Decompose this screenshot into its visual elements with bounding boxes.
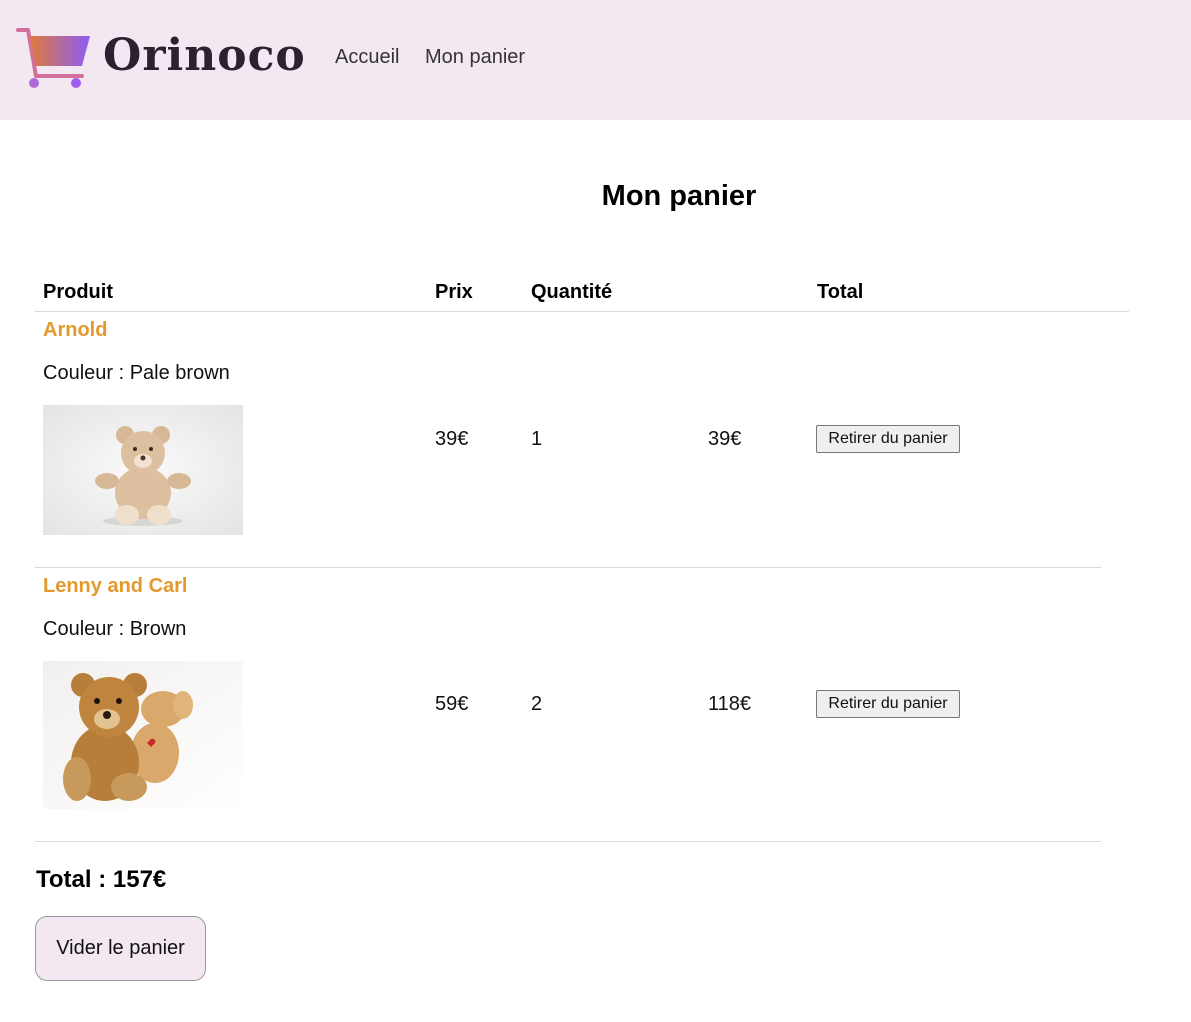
remove-from-cart-button[interactable]: Retirer du panier bbox=[816, 425, 960, 453]
column-header-total: Total bbox=[817, 281, 864, 303]
product-quantity: 2 bbox=[531, 693, 543, 715]
page-title: Mon panier bbox=[601, 180, 757, 212]
brand-name[interactable]: Orinoco bbox=[103, 30, 306, 81]
cart-grand-total: Total : 157€ bbox=[36, 866, 167, 893]
nav-link-home[interactable]: Accueil bbox=[335, 46, 399, 69]
remove-from-cart-button[interactable]: Retirer du panier bbox=[816, 690, 960, 718]
row-divider bbox=[35, 567, 1101, 568]
product-name[interactable]: Arnold bbox=[43, 319, 107, 342]
product-total: 39€ bbox=[708, 428, 742, 450]
site-header: Orinoco Accueil Mon panier bbox=[0, 0, 1191, 120]
product-quantity: 1 bbox=[531, 428, 543, 450]
product-price: 39€ bbox=[435, 428, 469, 450]
product-image[interactable] bbox=[43, 661, 243, 809]
header-divider bbox=[35, 311, 1129, 312]
product-color: Couleur : Brown bbox=[43, 618, 187, 640]
product-price: 59€ bbox=[435, 693, 469, 715]
nav-link-cart[interactable]: Mon panier bbox=[425, 46, 525, 69]
column-header-quantity: Quantité bbox=[531, 281, 613, 303]
row-divider bbox=[35, 841, 1101, 842]
product-color: Couleur : Pale brown bbox=[43, 362, 230, 384]
product-image[interactable] bbox=[43, 405, 243, 535]
column-header-price: Prix bbox=[435, 281, 473, 303]
shopping-cart-icon[interactable] bbox=[16, 26, 96, 90]
empty-cart-button[interactable]: Vider le panier bbox=[35, 916, 206, 981]
product-total: 118€ bbox=[708, 693, 752, 715]
column-header-product: Produit bbox=[43, 281, 113, 303]
product-name[interactable]: Lenny and Carl bbox=[43, 575, 187, 598]
